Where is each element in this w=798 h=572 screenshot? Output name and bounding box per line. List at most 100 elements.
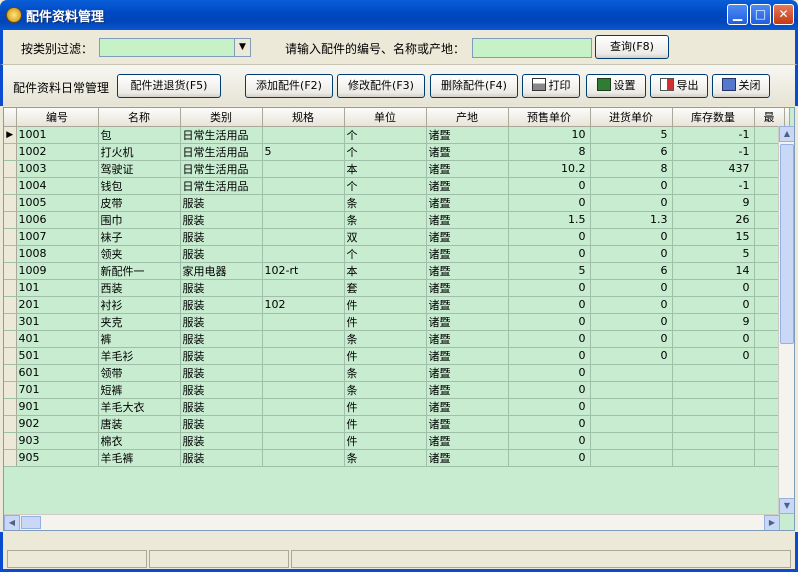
table-cell[interactable]: 8 [508,143,591,161]
table-cell[interactable] [262,330,345,348]
table-cell[interactable]: 家用电器 [180,262,263,280]
table-cell[interactable]: 0 [672,296,755,314]
table-row[interactable]: 905 羊毛裤 服装 条诸暨 0 [4,449,790,467]
table-cell[interactable]: 903 [16,432,99,450]
table-cell[interactable]: -1 [672,177,755,195]
table-cell[interactable] [590,415,673,433]
table-cell[interactable]: 诸暨 [426,449,509,467]
table-row[interactable]: 902 唐装 服装 件诸暨 0 [4,415,790,433]
table-cell[interactable]: 0 [508,330,591,348]
table-cell[interactable] [262,279,345,297]
table-cell[interactable] [590,449,673,467]
maximize-button[interactable]: □ [750,4,771,25]
table-cell[interactable] [672,415,755,433]
close-button[interactable]: 关闭 [712,74,770,98]
query-button[interactable]: 查询(F8) [595,35,669,59]
table-cell[interactable]: 0 [672,330,755,348]
table-cell[interactable]: 0 [590,228,673,246]
table-cell[interactable]: 件 [344,313,427,331]
table-row[interactable]: 1007 袜子 服装双诸暨 0 0 15 [4,228,790,246]
table-cell[interactable]: 服装 [180,245,263,263]
table-cell[interactable]: 1004 [16,177,99,195]
row-header[interactable] [4,177,17,195]
table-cell[interactable] [262,313,345,331]
table-cell[interactable]: 0 [672,347,755,365]
table-cell[interactable] [262,245,345,263]
scroll-up-icon[interactable]: ▲ [779,126,794,142]
table-cell[interactable] [262,126,345,144]
table-cell[interactable]: 服装 [180,228,263,246]
horizontal-scroll-thumb[interactable] [21,516,41,529]
table-cell[interactable]: 诸暨 [426,364,509,382]
table-cell[interactable]: 0 [508,228,591,246]
table-cell[interactable]: 401 [16,330,99,348]
table-cell[interactable]: 1009 [16,262,99,280]
table-cell[interactable]: 服装 [180,398,263,416]
table-cell[interactable]: 个 [344,177,427,195]
table-cell[interactable] [262,449,345,467]
table-cell[interactable]: 0 [508,381,591,399]
table-cell[interactable]: 0 [508,449,591,467]
table-cell[interactable]: 个 [344,245,427,263]
table-cell[interactable] [590,381,673,399]
table-cell[interactable] [262,347,345,365]
table-cell[interactable]: -1 [672,143,755,161]
category-filter-combo[interactable]: ▼ [99,38,251,57]
table-cell[interactable]: 诸暨 [426,347,509,365]
table-cell[interactable]: 服装 [180,364,263,382]
table-cell[interactable]: 9 [672,194,755,212]
table-cell[interactable] [590,364,673,382]
table-cell[interactable]: 9 [672,313,755,331]
table-cell[interactable]: 围巾 [98,211,181,229]
table-cell[interactable] [262,364,345,382]
table-cell[interactable]: 新配件一 [98,262,181,280]
table-row[interactable]: 901 羊毛大衣 服装 件诸暨 0 [4,398,790,416]
table-row[interactable]: 1009 新配件一 家用电器 102-rt 本诸暨 5 6 14 [4,262,790,280]
table-row[interactable]: 1008 领夹 服装个诸暨 0 0 5 [4,245,790,263]
table-cell[interactable]: 服装 [180,330,263,348]
table-cell[interactable]: 0 [590,194,673,212]
row-header[interactable] [4,449,17,467]
table-cell[interactable]: 1008 [16,245,99,263]
row-header[interactable] [4,245,17,263]
table-row[interactable]: 1002 打火机 日常生活用品 5 个诸暨 8 6 -1 [4,143,790,161]
row-header[interactable] [4,262,17,280]
column-header[interactable]: 最 [754,108,785,127]
table-cell[interactable]: 服装 [180,347,263,365]
table-cell[interactable]: 0 [508,313,591,331]
row-header[interactable] [4,364,17,382]
table-cell[interactable]: 棉衣 [98,432,181,450]
table-cell[interactable]: 件 [344,415,427,433]
table-row[interactable]: 1004 钱包 日常生活用品个诸暨 0 0 -1 [4,177,790,195]
table-cell[interactable]: 诸暨 [426,330,509,348]
table-cell[interactable]: 8 [590,160,673,178]
table-cell[interactable]: 15 [672,228,755,246]
table-cell[interactable] [262,194,345,212]
table-row[interactable]: 1006 围巾 服装 条诸暨 1.5 1.3 26 [4,211,790,229]
table-cell[interactable]: 0 [590,245,673,263]
row-header[interactable] [4,279,17,297]
scroll-down-icon[interactable]: ▼ [779,498,794,514]
table-cell[interactable]: 0 [590,296,673,314]
table-cell[interactable]: 0 [508,296,591,314]
table-cell[interactable]: 5 [672,245,755,263]
table-cell[interactable] [672,449,755,467]
table-cell[interactable]: 诸暨 [426,177,509,195]
table-cell[interactable]: 领带 [98,364,181,382]
table-cell[interactable]: 1007 [16,228,99,246]
table-cell[interactable]: 诸暨 [426,398,509,416]
table-row[interactable]: 903 棉衣 服装 件诸暨 0 [4,432,790,450]
row-header[interactable] [4,347,17,365]
table-cell[interactable]: 901 [16,398,99,416]
table-row[interactable]: 301 夹克 服装件诸暨 0 0 9 [4,313,790,331]
table-cell[interactable]: 0 [590,313,673,331]
table-cell[interactable]: 102 [262,296,345,314]
table-cell[interactable]: 包 [98,126,181,144]
table-cell[interactable]: 条 [344,381,427,399]
table-cell[interactable]: 唐装 [98,415,181,433]
parts-grid[interactable]: 编号 名称 类别 规格 单位 产地 预售单价 进货单价 库存数量最 ▶ 1001 包日常生活用品个诸… [3,107,795,531]
column-header[interactable]: 进货单价 [590,108,673,127]
table-cell[interactable]: 条 [344,194,427,212]
table-cell[interactable]: 6 [590,262,673,280]
table-cell[interactable]: 本 [344,262,427,280]
